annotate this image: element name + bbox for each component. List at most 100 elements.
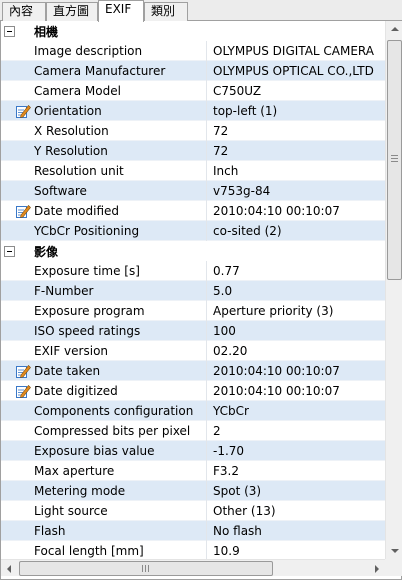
property-value: v753g-84: [206, 180, 385, 201]
exif-row[interactable]: Camera Manufacturer OLYMPUS OPTICAL CO.,L…: [1, 60, 385, 81]
property-value: Spot (3): [206, 480, 385, 501]
property-value[interactable]: 2010:04:10 00:10:07: [206, 380, 385, 401]
collapse-icon[interactable]: [4, 26, 15, 37]
edit-icon[interactable]: [15, 383, 31, 399]
property-value: 2: [206, 420, 385, 441]
exif-row[interactable]: Metering mode Spot (3): [1, 480, 385, 501]
exif-row[interactable]: Focal length [mm] 10.9: [1, 540, 385, 559]
collapse-icon[interactable]: [4, 246, 15, 257]
row-gutter: [1, 201, 31, 221]
group-title: 相機: [34, 25, 59, 39]
tab-categories[interactable]: 類別: [144, 2, 188, 21]
property-name: Y Resolution: [34, 143, 108, 158]
exif-row[interactable]: F-Number 5.0: [1, 280, 385, 301]
edit-icon[interactable]: [15, 363, 31, 379]
exif-row[interactable]: Exposure time [s] 0.77: [1, 260, 385, 281]
property-value[interactable]: top-left (1): [206, 100, 385, 121]
property-name: Date digitized: [34, 383, 118, 398]
row-gutter: [1, 221, 28, 241]
property-name: F-Number: [34, 283, 94, 298]
property-name: EXIF version: [34, 343, 109, 358]
exif-row[interactable]: Resolution unit Inch: [1, 160, 385, 181]
scroll-down-button[interactable]: [386, 542, 402, 559]
exif-row[interactable]: Software v753g-84: [1, 180, 385, 201]
exif-row[interactable]: Orientation top-left (1): [1, 100, 385, 121]
property-value: 10.9: [206, 540, 385, 559]
tab-properties[interactable]: 內容: [2, 2, 46, 21]
tab-histogram[interactable]: 直方圖: [46, 2, 98, 21]
scroll-left-button[interactable]: [1, 560, 18, 577]
property-value: -1.70: [206, 440, 385, 461]
property-value: 02.20: [206, 340, 385, 361]
exif-row[interactable]: Exposure bias value -1.70: [1, 440, 385, 461]
property-name: Resolution unit: [34, 163, 124, 178]
horizontal-scroll-thumb[interactable]: [19, 561, 273, 576]
tab-label: EXIF: [105, 2, 132, 16]
tab-label: 內容: [9, 4, 34, 18]
row-gutter: [1, 481, 28, 501]
row-gutter: [1, 361, 31, 381]
property-name: Exposure program: [34, 303, 145, 318]
property-value[interactable]: 2010:04:10 00:10:07: [206, 360, 385, 381]
exif-row[interactable]: Camera Model C750UZ: [1, 80, 385, 101]
row-gutter: [1, 301, 28, 321]
property-value: YCbCr: [206, 400, 385, 421]
horizontal-scrollbar[interactable]: [1, 559, 385, 576]
group-header: 相機: [1, 21, 385, 41]
tab-exif[interactable]: EXIF: [98, 0, 144, 22]
edit-icon[interactable]: [15, 203, 31, 219]
arrow-down-icon: [391, 549, 399, 553]
exif-row[interactable]: EXIF version 02.20: [1, 340, 385, 361]
row-gutter: [1, 281, 28, 301]
scroll-right-button[interactable]: [368, 560, 385, 577]
exif-row[interactable]: Image description OLYMPUS DIGITAL CAMERA: [1, 40, 385, 61]
exif-panel: 相機 Image description OLYMPUS DIGITAL CAMER…: [0, 21, 402, 580]
property-value: Inch: [206, 160, 385, 181]
grip-icon: [391, 155, 398, 162]
property-name: Date modified: [34, 203, 120, 218]
property-value: co-sited (2): [206, 220, 385, 241]
tab-label: 類別: [151, 4, 176, 18]
exif-row[interactable]: ISO speed ratings 100: [1, 320, 385, 341]
exif-row[interactable]: Components configuration YCbCr: [1, 400, 385, 421]
property-value: 72: [206, 120, 385, 141]
exif-row[interactable]: Exposure program Aperture priority (3): [1, 300, 385, 321]
property-name: Exposure bias value: [34, 443, 155, 458]
exif-row[interactable]: Date digitized 2010:04:10 00:10:07: [1, 380, 385, 401]
scrollbar-corner: [385, 559, 402, 576]
property-value: 72: [206, 140, 385, 161]
vertical-scroll-thumb[interactable]: [387, 40, 402, 280]
property-name: YCbCr Positioning: [34, 223, 140, 238]
row-gutter: [1, 101, 31, 121]
property-value: 5.0: [206, 280, 385, 301]
exif-row[interactable]: Light source Other (13): [1, 500, 385, 521]
exif-row[interactable]: X Resolution 72: [1, 120, 385, 141]
property-name: Flash: [34, 523, 66, 538]
exif-row[interactable]: Y Resolution 72: [1, 140, 385, 161]
vertical-scrollbar[interactable]: [385, 21, 402, 559]
exif-row[interactable]: Flash No flash: [1, 520, 385, 541]
row-gutter: [1, 181, 28, 201]
row-gutter: [1, 161, 28, 181]
property-name: Date taken: [34, 363, 101, 378]
tab-bar: 內容 直方圖 EXIF 類別: [0, 0, 402, 22]
tab-label: 直方圖: [53, 4, 90, 18]
scroll-up-button[interactable]: [386, 21, 402, 38]
property-value: Aperture priority (3): [206, 300, 385, 321]
exif-row[interactable]: YCbCr Positioning co-sited (2): [1, 220, 385, 241]
exif-row[interactable]: Compressed bits per pixel 2: [1, 420, 385, 441]
property-value: OLYMPUS DIGITAL CAMERA: [206, 40, 385, 61]
property-value: 0.77: [206, 260, 385, 281]
row-gutter: [1, 441, 28, 461]
exif-row[interactable]: Date modified 2010:04:10 00:10:07: [1, 200, 385, 221]
property-value: 100: [206, 320, 385, 341]
exif-row[interactable]: Date taken 2010:04:10 00:10:07: [1, 360, 385, 381]
property-value: OLYMPUS OPTICAL CO.,LTD: [206, 60, 385, 81]
exif-row[interactable]: Max aperture F3.2: [1, 460, 385, 481]
row-gutter: [1, 501, 28, 521]
row-gutter: [1, 261, 28, 281]
edit-icon[interactable]: [15, 103, 31, 119]
property-name: Software: [34, 183, 87, 198]
property-value[interactable]: 2010:04:10 00:10:07: [206, 200, 385, 221]
property-name: Max aperture: [34, 463, 115, 478]
